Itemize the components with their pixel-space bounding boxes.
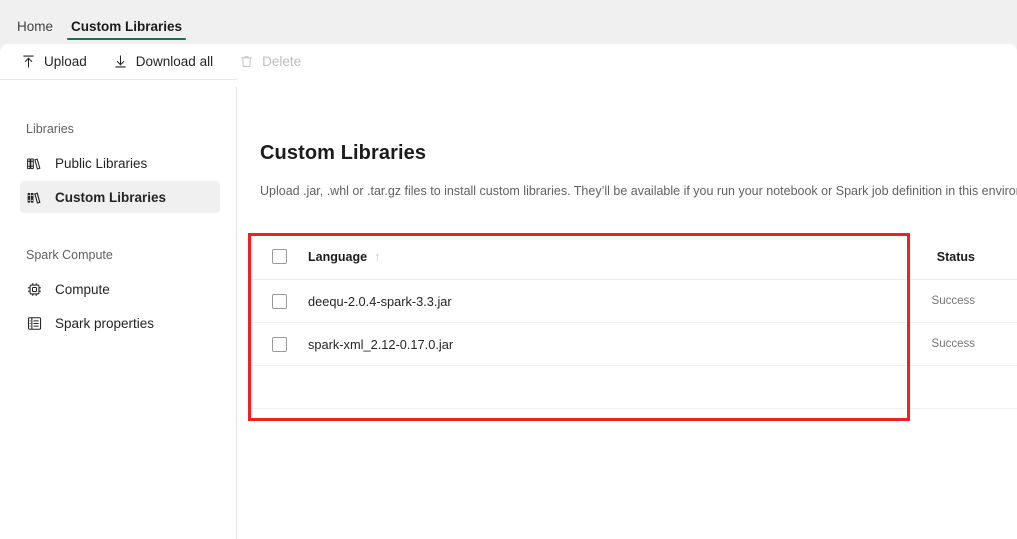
sidebar-item-public-libraries[interactable]: Public Libraries <box>20 147 220 179</box>
sidebar-group-label-spark-compute: Spark Compute <box>26 248 113 262</box>
download-all-button[interactable]: Download all <box>102 49 224 75</box>
download-icon <box>113 54 128 69</box>
trash-icon <box>239 54 254 69</box>
sort-ascending-icon: ↑ <box>374 249 381 264</box>
row-status-cell: Success <box>931 338 975 350</box>
row-select-cell <box>250 293 306 309</box>
upload-button[interactable]: Upload <box>10 49 98 75</box>
column-header-status: Status <box>936 249 975 264</box>
sidebar-item-label: Custom Libraries <box>55 189 167 205</box>
sidebar-item-spark-properties[interactable]: Spark properties <box>20 307 220 339</box>
row-status-cell: Success <box>931 295 975 307</box>
properties-list-icon <box>26 315 43 332</box>
delete-label: Delete <box>262 54 302 69</box>
public-libraries-icon <box>26 155 43 172</box>
table-row[interactable]: deequ-2.0.4-spark-3.3.jar Success <box>250 280 1017 323</box>
page-description: Upload .jar, .whl or .tar.gz files to in… <box>260 184 1017 198</box>
row-checkbox[interactable] <box>271 336 287 352</box>
table-row[interactable]: spark-xml_2.12-0.17.0.jar Success <box>250 323 1017 366</box>
download-all-label: Download all <box>135 54 214 69</box>
sidebar-item-label: Compute <box>55 281 110 297</box>
content-area: Libraries Public Libraries Custom Librar… <box>0 79 1017 539</box>
breadcrumb-tab-bar: Home Custom Libraries <box>0 0 1017 44</box>
table-empty-row <box>250 366 1017 409</box>
command-toolbar: Upload Download all Delete <box>0 44 1017 79</box>
column-header-language-label: Language <box>308 249 368 264</box>
upload-icon <box>21 54 36 69</box>
tab-home[interactable]: Home <box>8 19 62 44</box>
sidebar-item-compute[interactable]: Compute <box>20 273 220 305</box>
libraries-table: Language ↑ Status deequ-2.0.4-spark-3.3.… <box>250 234 1017 409</box>
upload-label: Upload <box>44 54 87 69</box>
row-language-cell: spark-xml_2.12-0.17.0.jar <box>308 336 454 352</box>
sidebar-item-label: Spark properties <box>55 315 155 331</box>
row-language-cell: deequ-2.0.4-spark-3.3.jar <box>308 293 452 309</box>
custom-libraries-icon <box>26 189 43 206</box>
column-header-language[interactable]: Language ↑ <box>306 250 897 264</box>
main-panel: Custom Libraries Upload .jar, .whl or .t… <box>237 79 1017 539</box>
select-all-checkbox[interactable] <box>271 249 287 264</box>
table-header-row: Language ↑ Status <box>250 234 1017 280</box>
sidebar-group-label-libraries: Libraries <box>26 122 74 136</box>
select-all-cell <box>250 249 306 264</box>
app-root: Home Custom Libraries Upload Download al… <box>0 0 1017 539</box>
row-checkbox[interactable] <box>271 293 287 309</box>
page-title: Custom Libraries <box>260 142 427 164</box>
tab-custom-libraries[interactable]: Custom Libraries <box>62 19 191 44</box>
delete-button: Delete <box>228 49 312 75</box>
row-select-cell <box>250 336 306 352</box>
cpu-chip-icon <box>26 281 43 298</box>
sidebar-item-custom-libraries[interactable]: Custom Libraries <box>20 181 220 213</box>
sidebar-item-label: Public Libraries <box>55 155 148 171</box>
sidebar: Libraries Public Libraries Custom Librar… <box>0 87 236 539</box>
